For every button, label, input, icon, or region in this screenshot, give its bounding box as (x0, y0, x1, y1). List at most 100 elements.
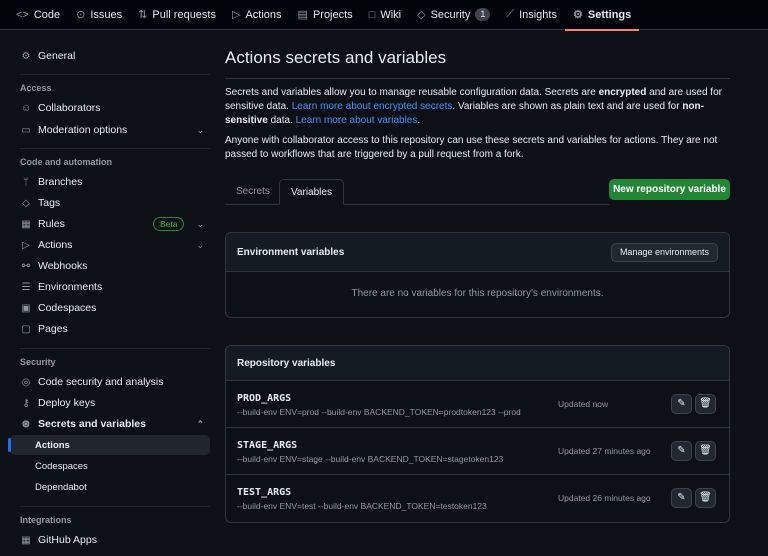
graph-icon: ⟋ (506, 8, 515, 20)
updated-time: Updated 27 minutes ago (558, 446, 651, 456)
table-icon: ▤ (297, 9, 308, 21)
sidebar-item-github-apps[interactable]: ▦ GitHub Apps (10, 530, 210, 550)
learn-variables-link[interactable]: Learn more about variables (296, 115, 418, 126)
delete-button[interactable]: 🗑︎ (695, 441, 716, 461)
nav-issues[interactable]: ⊙ Issues (68, 0, 130, 30)
key-icon: ⚷ (22, 397, 30, 409)
sidebar-item-code-security[interactable]: ◎ Code security and analysis (10, 372, 210, 392)
variable-value: --build-env ENV=stage --build-env BACKEN… (237, 454, 504, 464)
variable-name: PROD_ARGS (237, 393, 292, 404)
chevron-down-icon: ⌄ (196, 124, 204, 135)
sidebar-item-codespaces[interactable]: ▣ Codespaces (10, 298, 210, 318)
sidebar-item-moderation[interactable]: ▭ Moderation options ⌄ (10, 120, 210, 140)
sidebar-subitem-dependabot[interactable]: Dependabot (10, 477, 210, 497)
sidebar-item-general[interactable]: ⚙ General (10, 46, 210, 66)
divider (20, 348, 210, 349)
description: Secrets and variables allow you to manag… (225, 87, 722, 126)
tab-secrets[interactable]: Secrets (225, 179, 281, 205)
nav-wiki[interactable]: □ Wiki (361, 0, 409, 30)
sidebar-item-collaborators[interactable]: ☺ Collaborators (10, 98, 210, 118)
repo-nav: <> Code ⊙ Issues ⇅ Pull requests ▷ Actions ▤… (0, 0, 768, 31)
divider (20, 506, 210, 507)
table-row: TEST_ARGS --build-env ENV=test --build-e… (226, 475, 729, 522)
delete-button[interactable]: 🗑︎ (695, 488, 716, 508)
new-repository-variable-button[interactable]: New repository variable (609, 179, 730, 200)
trash-icon: 🗑︎ (699, 445, 712, 456)
variable-value: --build-env ENV=test --build-env BACKEND… (237, 501, 487, 511)
sidebar-item-branches[interactable]: ᛘ Branches (10, 172, 210, 192)
nav-actions[interactable]: ▷ Actions (224, 0, 290, 30)
tag-icon: ◇ (22, 197, 30, 209)
sidebar-item-pages[interactable]: ▢ Pages (10, 319, 210, 339)
trash-icon: 🗑︎ (699, 398, 712, 409)
variable-name: STAGE_ARGS (237, 440, 298, 451)
empty-state: There are no variables for this reposito… (351, 288, 604, 299)
pull-request-icon: ⇅ (138, 9, 148, 21)
apps-icon: ▦ (21, 534, 31, 546)
divider (20, 74, 210, 75)
panel-title: Repository variables (237, 357, 336, 369)
gear-icon: ⚙ (572, 9, 583, 21)
sidebar-item-actions[interactable]: ▷ Actions ⌄ (10, 235, 210, 255)
nav-code[interactable]: <> Code (8, 0, 68, 30)
nav-settings[interactable]: ⚙ Settings (564, 0, 640, 31)
rules-icon: ▦ (21, 218, 31, 230)
play-icon: ▷ (231, 9, 241, 21)
gear-icon: ⚙ (21, 50, 31, 62)
repository-variables-panel: Repository variables PROD_ARGS --build-e… (225, 345, 730, 523)
server-icon: ☰ (21, 281, 31, 293)
collaborator-note: Anyone with collaborator access to this … (225, 135, 718, 160)
play-icon: ▷ (22, 239, 30, 251)
section-heading: Integrations (20, 515, 72, 525)
codescan-icon: ◎ (21, 376, 31, 388)
people-icon: ☺ (20, 102, 32, 114)
sidebar-item-webhooks[interactable]: ⚯ Webhooks (10, 256, 210, 276)
browser-icon: ▢ (21, 323, 31, 335)
panel-title: Environment variables (237, 246, 345, 258)
environment-variables-panel: Environment variables Manage environments… (225, 232, 730, 318)
page-title: Actions secrets and variables (225, 48, 447, 67)
edit-button[interactable]: ✎ (671, 441, 692, 461)
divider (20, 148, 210, 149)
security-count-badge: 1 (475, 8, 491, 21)
codespaces-icon: ▣ (21, 302, 31, 314)
updated-time: Updated now (558, 399, 609, 409)
section-heading: Access (20, 83, 52, 93)
section-heading: Security (20, 357, 56, 367)
sidebar-item-deploy-keys[interactable]: ⚷ Deploy keys (10, 393, 210, 413)
variable-name: TEST_ARGS (237, 487, 292, 498)
table-row: STAGE_ARGS --build-env ENV=stage --build… (226, 428, 729, 475)
beta-badge: Beta (152, 217, 185, 231)
delete-button[interactable]: 🗑︎ (695, 394, 716, 414)
sidebar-item-environments[interactable]: ☰ Environments (10, 277, 210, 297)
sidebar-subitem-codespaces[interactable]: Codespaces (10, 456, 210, 476)
manage-environments-button[interactable]: Manage environments (610, 242, 718, 262)
nav-insights[interactable]: ⟋ Insights (498, 0, 565, 30)
sidebar-item-rules[interactable]: ▦ Rules Beta ⌄ (10, 214, 210, 234)
sidebar-item-secrets-variables[interactable]: ⊛ Secrets and variables ⌃ (10, 414, 210, 434)
chevron-down-icon: ⌄ (196, 218, 204, 229)
nav-pull-requests[interactable]: ⇅ Pull requests (130, 0, 224, 30)
issue-icon: ⊙ (76, 9, 86, 21)
sidebar-subitem-actions[interactable]: Actions (8, 435, 210, 455)
pencil-icon: ✎ (677, 445, 686, 456)
book-icon: □ (368, 8, 376, 21)
pencil-icon: ✎ (677, 492, 686, 503)
edit-button[interactable]: ✎ (671, 488, 692, 508)
pencil-icon: ✎ (677, 398, 686, 409)
sidebar-item-tags[interactable]: ◇ Tags (10, 193, 210, 213)
chevron-down-icon: ⌄ (196, 239, 204, 250)
edit-button[interactable]: ✎ (671, 394, 692, 414)
chevron-up-icon: ⌃ (196, 418, 204, 429)
variable-value: --build-env ENV=prod --build-env BACKEND… (237, 407, 521, 417)
tab-variables[interactable]: Variables (279, 179, 344, 205)
trash-icon: 🗑︎ (699, 492, 712, 503)
nav-projects[interactable]: ▤ Projects (290, 0, 361, 30)
section-heading: Code and automation (20, 157, 112, 167)
nav-security[interactable]: ◇ Security 1 (409, 0, 498, 30)
learn-encrypted-secrets-link[interactable]: Learn more about encrypted secrets (292, 101, 453, 112)
shield-icon: ◇ (417, 9, 426, 21)
branch-icon: ᛘ (23, 176, 29, 188)
asterisk-icon: ⊛ (21, 418, 31, 430)
webhook-icon: ⚯ (21, 260, 31, 272)
